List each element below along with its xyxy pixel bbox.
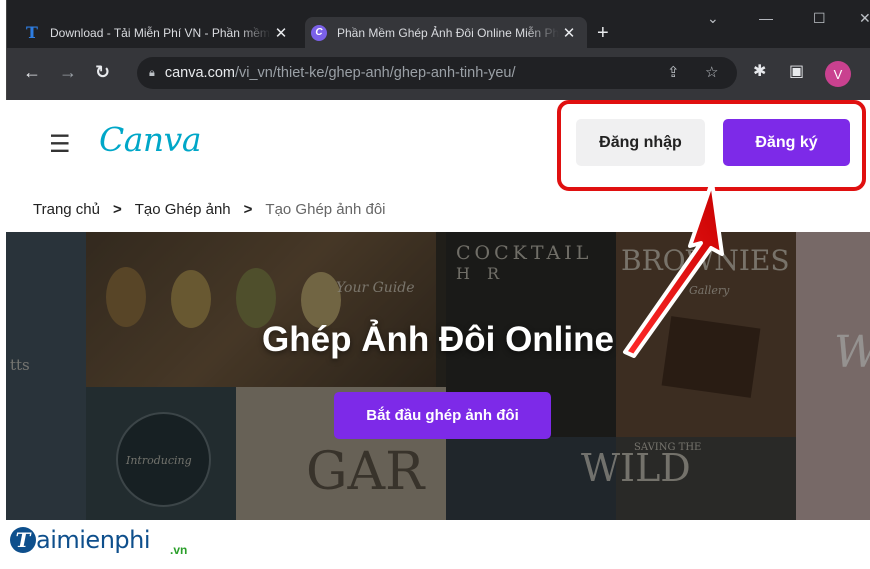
tab-title: Phần Mềm Ghép Ảnh Đôi Online Miễn Phí [337,25,559,40]
tab-taimienphi[interactable]: T Download - Tải Miễn Phí VN - Phần mềm … [24,17,299,48]
new-tab-icon[interactable]: + [597,22,609,45]
profile-avatar[interactable]: V [825,61,851,87]
address-bar[interactable]: 🔒︎ canva.com /vi_vn/thiet-ke/ghep-anh/gh… [137,57,737,89]
url-path: /vi_vn/thiet-ke/ghep-anh/ghep-anh-tinh-y… [234,65,516,81]
breadcrumb-separator: > [112,200,122,218]
canva-favicon-icon: C [311,24,327,41]
minimize-icon[interactable]: — [759,10,773,26]
bookmark-star-icon[interactable]: ☆ [705,63,718,81]
start-collage-button[interactable]: Bắt đầu ghép ảnh đôi [334,392,551,439]
tab-close-icon[interactable]: ✕ [559,24,579,42]
maximize-icon[interactable]: ☐ [813,10,826,27]
hero-title: Ghép Ảnh Đôi Online [262,320,614,359]
browser-toolbar: ← → ↻ 🔒︎ canva.com /vi_vn/thiet-ke/ghep-… [7,48,870,100]
tab-close-icon[interactable]: ✕ [271,24,291,42]
reload-icon[interactable]: ↻ [95,62,110,83]
taimienphi-watermark: T aimienphi [10,515,151,565]
back-icon[interactable]: ← [23,62,41,83]
breadcrumb-collage[interactable]: Tạo Ghép ảnh [135,201,231,218]
extensions-puzzle-icon[interactable]: ✱ [753,61,766,81]
hero-dim-overlay [6,232,870,520]
url-host: canva.com [164,65,235,81]
forward-icon[interactable]: → [59,62,77,83]
hamburger-menu-icon[interactable]: ☰ [49,130,71,159]
watermark-badge-icon: T [10,527,36,553]
watermark-text: aimienphi [36,526,151,554]
tab-strip: T Download - Tải Miễn Phí VN - Phần mềm … [7,0,870,48]
window-close-icon[interactable]: ✕ [859,10,870,27]
share-icon[interactable]: ⇪ [667,63,680,81]
annotation-highlight-box [557,100,866,191]
browser-chrome: T Download - Tải Miễn Phí VN - Phần mềm … [6,0,870,100]
side-panel-icon[interactable]: ▣ [789,61,804,81]
lock-icon: 🔒︎ [149,66,155,79]
watermark-tld: .vn [170,543,188,557]
tab-title: Download - Tải Miễn Phí VN - Phần mềm [50,25,270,40]
taimienphi-favicon-icon: T [26,23,38,42]
breadcrumb-separator: > [243,200,253,218]
tab-search-chevron-icon[interactable]: ⌄ [707,10,719,27]
hero-banner: COCKTAIL H R BROWNIES Gallery Your Guide… [6,232,870,520]
tab-canva-active[interactable]: C Phần Mềm Ghép Ảnh Đôi Online Miễn Phí … [305,17,587,48]
breadcrumb: Trang chủ > Tạo Ghép ảnh > Tạo Ghép ảnh … [6,186,870,232]
canva-logo[interactable]: Canva [99,120,202,159]
breadcrumb-home[interactable]: Trang chủ [33,201,100,218]
breadcrumb-current: Tạo Ghép ảnh đôi [265,200,386,218]
